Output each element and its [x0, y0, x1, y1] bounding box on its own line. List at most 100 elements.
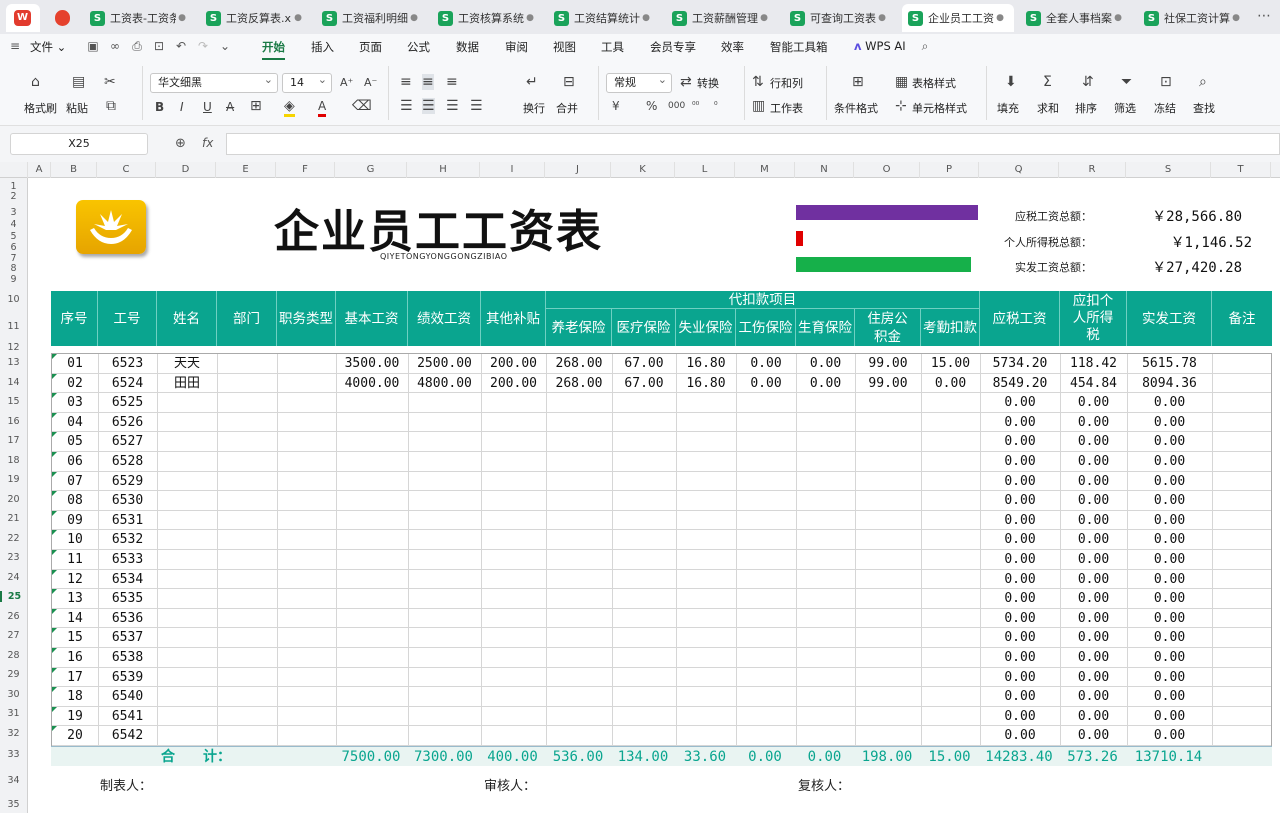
table-cell[interactable]: [217, 374, 277, 393]
row-header[interactable]: 15: [0, 396, 27, 407]
row-header[interactable]: 12: [0, 342, 27, 353]
table-cell[interactable]: [855, 668, 921, 687]
format-painter-button[interactable]: 格式刷: [24, 100, 57, 116]
align-left-icon[interactable]: ☰: [400, 98, 413, 114]
table-cell[interactable]: 0.00: [1127, 609, 1212, 628]
table-cell[interactable]: [855, 511, 921, 530]
table-cell[interactable]: [336, 550, 408, 569]
table-cell[interactable]: [612, 432, 676, 451]
table-cell[interactable]: [612, 511, 676, 530]
table-cell[interactable]: [157, 570, 217, 589]
table-cell[interactable]: [481, 472, 546, 491]
table-cell[interactable]: [408, 432, 481, 451]
table-cell[interactable]: [676, 550, 736, 569]
table-cell[interactable]: [855, 687, 921, 706]
table-cell[interactable]: 0.00: [980, 511, 1060, 530]
table-cell[interactable]: 6542: [98, 726, 157, 745]
table-cell[interactable]: [546, 432, 612, 451]
table-cell[interactable]: [546, 687, 612, 706]
table-cell[interactable]: [676, 707, 736, 726]
table-row[interactable]: 18 6540 0.00 0.00 0.00: [52, 687, 1271, 707]
table-cell[interactable]: [612, 668, 676, 687]
borders-icon[interactable]: ⊞: [250, 98, 262, 114]
column-header[interactable]: P: [920, 162, 979, 178]
table-row[interactable]: 15 6537 0.00 0.00 0.00: [52, 628, 1271, 648]
table-cell[interactable]: [481, 648, 546, 667]
cell-style-icon[interactable]: ⊹: [895, 98, 907, 114]
table-cell[interactable]: [921, 452, 980, 471]
table-cell[interactable]: [336, 570, 408, 589]
table-cell[interactable]: [481, 413, 546, 432]
table-cell[interactable]: 4000.00: [336, 374, 408, 393]
table-cell[interactable]: 0.00: [980, 452, 1060, 471]
table-cell[interactable]: [676, 648, 736, 667]
table-cell[interactable]: [676, 452, 736, 471]
row-header[interactable]: 34: [0, 775, 27, 786]
table-cell[interactable]: [277, 648, 336, 667]
table-cell[interactable]: [676, 570, 736, 589]
table-cell[interactable]: [408, 726, 481, 745]
table-cell[interactable]: 0.00: [1060, 687, 1127, 706]
table-cell[interactable]: 6540: [98, 687, 157, 706]
row-header[interactable]: 3: [0, 207, 27, 218]
table-cell[interactable]: [277, 530, 336, 549]
bold-button[interactable]: B: [155, 99, 164, 115]
table-cell[interactable]: [855, 472, 921, 491]
close-tab-icon[interactable]: ●: [1232, 13, 1240, 23]
table-cell[interactable]: [408, 668, 481, 687]
table-cell[interactable]: [217, 726, 277, 745]
increase-decimal-icon[interactable]: ⁰⁰: [692, 98, 699, 114]
totals-cell[interactable]: 0.00: [795, 747, 854, 767]
strikethrough-button[interactable]: A: [226, 99, 234, 115]
row-header[interactable]: 35: [0, 799, 27, 810]
table-cell[interactable]: 06: [52, 452, 98, 471]
decrease-decimal-icon[interactable]: ⁰: [714, 98, 718, 114]
table-cell[interactable]: [855, 550, 921, 569]
table-cell[interactable]: [408, 648, 481, 667]
table-cell[interactable]: 14: [52, 609, 98, 628]
table-cell[interactable]: [921, 726, 980, 745]
table-cell[interactable]: 0.00: [1127, 472, 1212, 491]
table-cell[interactable]: [277, 687, 336, 706]
table-cell[interactable]: [546, 726, 612, 745]
table-cell[interactable]: [217, 707, 277, 726]
table-cell[interactable]: [921, 530, 980, 549]
table-cell[interactable]: 15.00: [921, 354, 980, 373]
close-tab-icon[interactable]: ●: [996, 13, 1004, 23]
table-cell[interactable]: [736, 707, 796, 726]
row-header[interactable]: 10: [0, 294, 27, 305]
table-cell[interactable]: 16: [52, 648, 98, 667]
table-cell[interactable]: 0.00: [921, 374, 980, 393]
table-cell[interactable]: 6532: [98, 530, 157, 549]
copy-icon[interactable]: ⧉: [106, 98, 116, 114]
table-cell[interactable]: 0.00: [980, 726, 1060, 745]
table-row[interactable]: 16 6538 0.00 0.00 0.00: [52, 648, 1271, 668]
table-cell[interactable]: [408, 452, 481, 471]
table-row[interactable]: 17 6539 0.00 0.00 0.00: [52, 667, 1271, 688]
table-cell[interactable]: [408, 393, 481, 412]
table-cell[interactable]: [481, 550, 546, 569]
format-painter-icon[interactable]: ⌂: [31, 74, 40, 90]
table-cell[interactable]: [408, 530, 481, 549]
table-cell[interactable]: [676, 413, 736, 432]
table-cell[interactable]: 09: [52, 511, 98, 530]
table-cell[interactable]: 4800.00: [408, 374, 481, 393]
table-style-button[interactable]: 表格样式: [912, 75, 956, 91]
table-cell[interactable]: 0.00: [1060, 589, 1127, 608]
table-cell[interactable]: 0.00: [1060, 668, 1127, 687]
conditional-format-button[interactable]: 条件格式: [834, 100, 878, 116]
print-icon[interactable]: ⎙: [130, 39, 144, 53]
table-cell[interactable]: 0.00: [796, 374, 855, 393]
table-cell[interactable]: [676, 589, 736, 608]
table-cell[interactable]: 0.00: [980, 628, 1060, 647]
table-cell[interactable]: 0.00: [1060, 609, 1127, 628]
table-cell[interactable]: [217, 393, 277, 412]
table-cell[interactable]: 0.00: [980, 687, 1060, 706]
menu-tab-tools[interactable]: 工具: [601, 39, 624, 55]
close-tab-icon[interactable]: ●: [1114, 13, 1122, 23]
table-cell[interactable]: 6534: [98, 570, 157, 589]
document-tab[interactable]: S 工资反算表.xlsx●: [200, 4, 312, 32]
document-tab[interactable]: S 工资结算统计表●: [548, 4, 660, 32]
fx-icon[interactable]: fx: [202, 136, 213, 150]
table-cell[interactable]: [157, 726, 217, 745]
